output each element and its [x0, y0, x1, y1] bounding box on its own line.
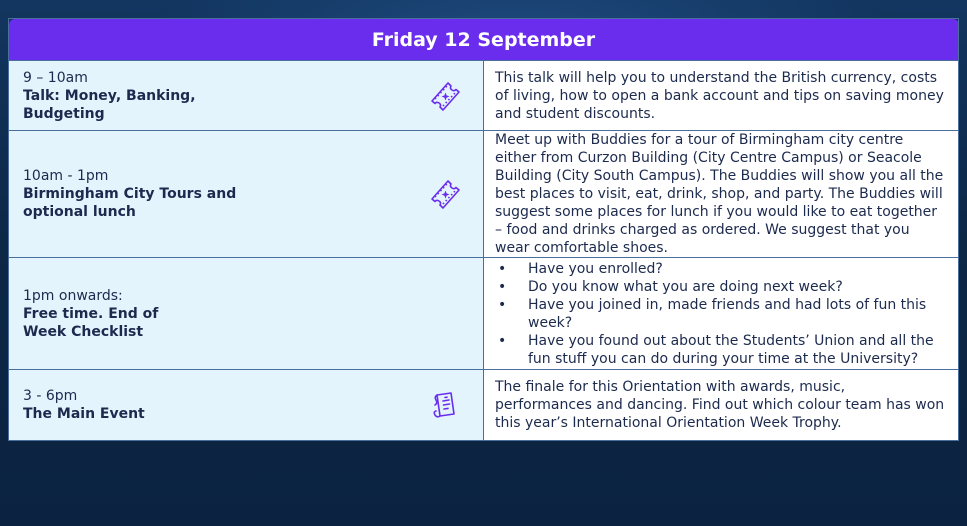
- checklist-item: Have you joined in, made friends and had…: [495, 296, 946, 332]
- table-row: 1pm onwards: Free time. End of Week Chec…: [8, 257, 959, 370]
- description-cell: The finale for this Orientation with awa…: [483, 369, 959, 441]
- time-cell: 3 - 6pm The Main Event: [8, 369, 484, 441]
- time-cell: 10am - 1pm Birmingham City Tours and opt…: [8, 130, 484, 258]
- time-cell: 1pm onwards: Free time. End of Week Chec…: [8, 257, 484, 370]
- checklist-item: Have you found out about the Students’ U…: [495, 332, 946, 368]
- description-cell: This talk will help you to understand th…: [483, 60, 959, 131]
- event-title: Free time. End of Week Checklist: [23, 305, 159, 340]
- day-heading: Friday 12 September: [8, 18, 959, 61]
- time-cell: 9 – 10am Talk: Money, Banking, Budgeting: [8, 60, 484, 131]
- checklist-item: Do you know what you are doing next week…: [495, 278, 946, 296]
- event-time: 3 - 6pm: [23, 388, 78, 404]
- description-cell: Meet up with Buddies for a tour of Birmi…: [483, 130, 959, 258]
- ticket-icon: [427, 176, 463, 212]
- event-time: 1pm onwards:: [23, 287, 123, 304]
- description-cell: Have you enrolled? Do you know what you …: [483, 257, 959, 370]
- checklist-item: Have you enrolled?: [495, 260, 946, 278]
- event-title: The Main Event: [23, 406, 145, 422]
- ticket-icon: [427, 78, 463, 114]
- schedule-table: Friday 12 September 9 – 10am Talk: Money…: [8, 18, 959, 441]
- event-time: 10am - 1pm: [23, 168, 109, 184]
- table-row: 9 – 10am Talk: Money, Banking, Budgeting…: [8, 60, 959, 131]
- table-row: 10am - 1pm Birmingham City Tours and opt…: [8, 130, 959, 258]
- table-row: 3 - 6pm The Main Event The finale for th: [8, 369, 959, 441]
- event-title: Birmingham City Tours and optional lunch: [23, 186, 237, 220]
- checklist: Have you enrolled? Do you know what you …: [495, 260, 946, 368]
- event-time: 9 – 10am: [23, 69, 88, 86]
- event-title: Talk: Money, Banking, Budgeting: [23, 87, 196, 122]
- flyer-icon: [427, 387, 463, 423]
